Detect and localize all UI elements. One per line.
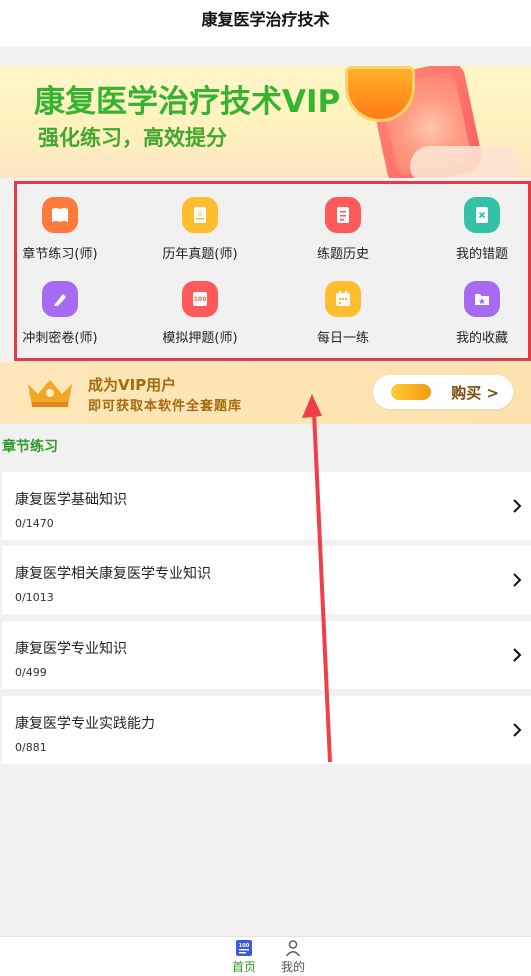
buy-button[interactable]: 购买 > — [373, 375, 513, 409]
pen-sprint-icon — [42, 281, 78, 317]
star-folder-icon — [464, 281, 500, 317]
chapter-progress: 0/1013 — [15, 591, 54, 604]
banner-title: 康复医学治疗技术VIP — [34, 84, 341, 120]
grid-item-wrong-questions[interactable]: 我的错题 — [422, 197, 531, 267]
list-item[interactable]: 康复医学基础知识 0/1470 — [2, 472, 531, 540]
grid-item-favorites[interactable]: 我的收藏 — [422, 281, 531, 351]
svg-text:100: 100 — [239, 943, 250, 949]
grid-item-chapter-practice[interactable]: 章节练习(师) — [0, 197, 120, 267]
chevron-right-icon — [513, 573, 522, 587]
tab-label: 我的 — [280, 960, 305, 974]
buy-button-label: 购买 > — [451, 383, 499, 402]
score-100-icon: 100 — [182, 281, 218, 317]
chapter-title: 康复医学专业实践能力 — [15, 716, 155, 732]
page-title: 康复医学治疗技术 — [201, 10, 330, 29]
chevron-right-icon — [513, 499, 522, 513]
svg-text:100: 100 — [194, 296, 207, 303]
bottom-tab-bar: 100 首页 我的 — [0, 936, 531, 976]
banner-subtitle: 强化练习，高效提分 — [38, 126, 227, 150]
chapter-title: 康复医学基础知识 — [15, 492, 127, 508]
grid-item-label: 我的收藏 — [455, 331, 508, 346]
chevron-right-icon — [513, 648, 522, 662]
grid-item-label: 模拟押题(师) — [162, 331, 238, 346]
grid-item-sprint-papers[interactable]: 冲刺密卷(师) — [0, 281, 120, 351]
vip-title: 成为VIP用户 — [88, 376, 177, 394]
book-open-icon — [42, 197, 78, 233]
chevron-right-icon — [513, 723, 522, 737]
crown-icon — [28, 380, 72, 407]
svg-text:A: A — [198, 210, 203, 218]
tab-mine[interactable]: 我的 — [268, 939, 318, 976]
history-notes-icon — [325, 197, 361, 233]
chapter-title: 康复医学专业知识 — [15, 641, 127, 657]
section-title: 章节练习 — [2, 439, 58, 455]
grid-item-past-exams[interactable]: A 历年真题(师) — [140, 197, 260, 267]
app-header: 康复医学治疗技术 — [0, 0, 531, 46]
list-item[interactable]: 康复医学专业知识 0/499 — [2, 621, 531, 689]
grid-item-daily-practice[interactable]: 每日一练 — [283, 281, 403, 351]
vip-banner[interactable]: 康复医学治疗技术VIP 强化练习，高效提分 — [0, 66, 531, 178]
exam-paper-icon: A — [182, 197, 218, 233]
vip-subtitle: 即可获取本软件全套题库 — [88, 399, 243, 414]
tab-label: 首页 — [231, 960, 256, 974]
vip-promo-bar[interactable]: 成为VIP用户 即可获取本软件全套题库 购买 > — [0, 362, 531, 424]
hand-illustration — [410, 146, 520, 178]
grid-item-label: 历年真题(师) — [162, 247, 238, 262]
tab-home[interactable]: 100 首页 — [219, 939, 269, 976]
function-grid: 章节练习(师) A 历年真题(师) 练题历史 我的错题 冲刺密卷(师) 100 … — [14, 181, 531, 361]
user-icon — [285, 940, 301, 957]
grid-item-label: 我的错题 — [455, 247, 508, 262]
grid-item-label: 练题历史 — [316, 247, 369, 262]
chapter-progress: 0/881 — [15, 741, 47, 754]
list-item[interactable]: 康复医学相关康复医学专业知识 0/1013 — [2, 546, 531, 614]
grid-item-label: 冲刺密卷(师) — [22, 331, 98, 346]
coin-icon — [391, 384, 431, 400]
grid-item-label: 每日一练 — [316, 331, 369, 346]
grid-item-mock-exam[interactable]: 100 模拟押题(师) — [140, 281, 260, 351]
home-100-icon: 100 — [236, 940, 252, 956]
list-item[interactable]: 康复医学专业实践能力 0/881 — [2, 696, 531, 764]
chapter-progress: 0/1470 — [15, 517, 54, 530]
grid-item-label: 章节练习(师) — [22, 247, 98, 262]
grid-item-practice-history[interactable]: 练题历史 — [283, 197, 403, 267]
chapter-progress: 0/499 — [15, 666, 47, 679]
chapter-title: 康复医学相关康复医学专业知识 — [15, 566, 211, 582]
wrong-notebook-icon — [464, 197, 500, 233]
calendar-icon — [325, 281, 361, 317]
